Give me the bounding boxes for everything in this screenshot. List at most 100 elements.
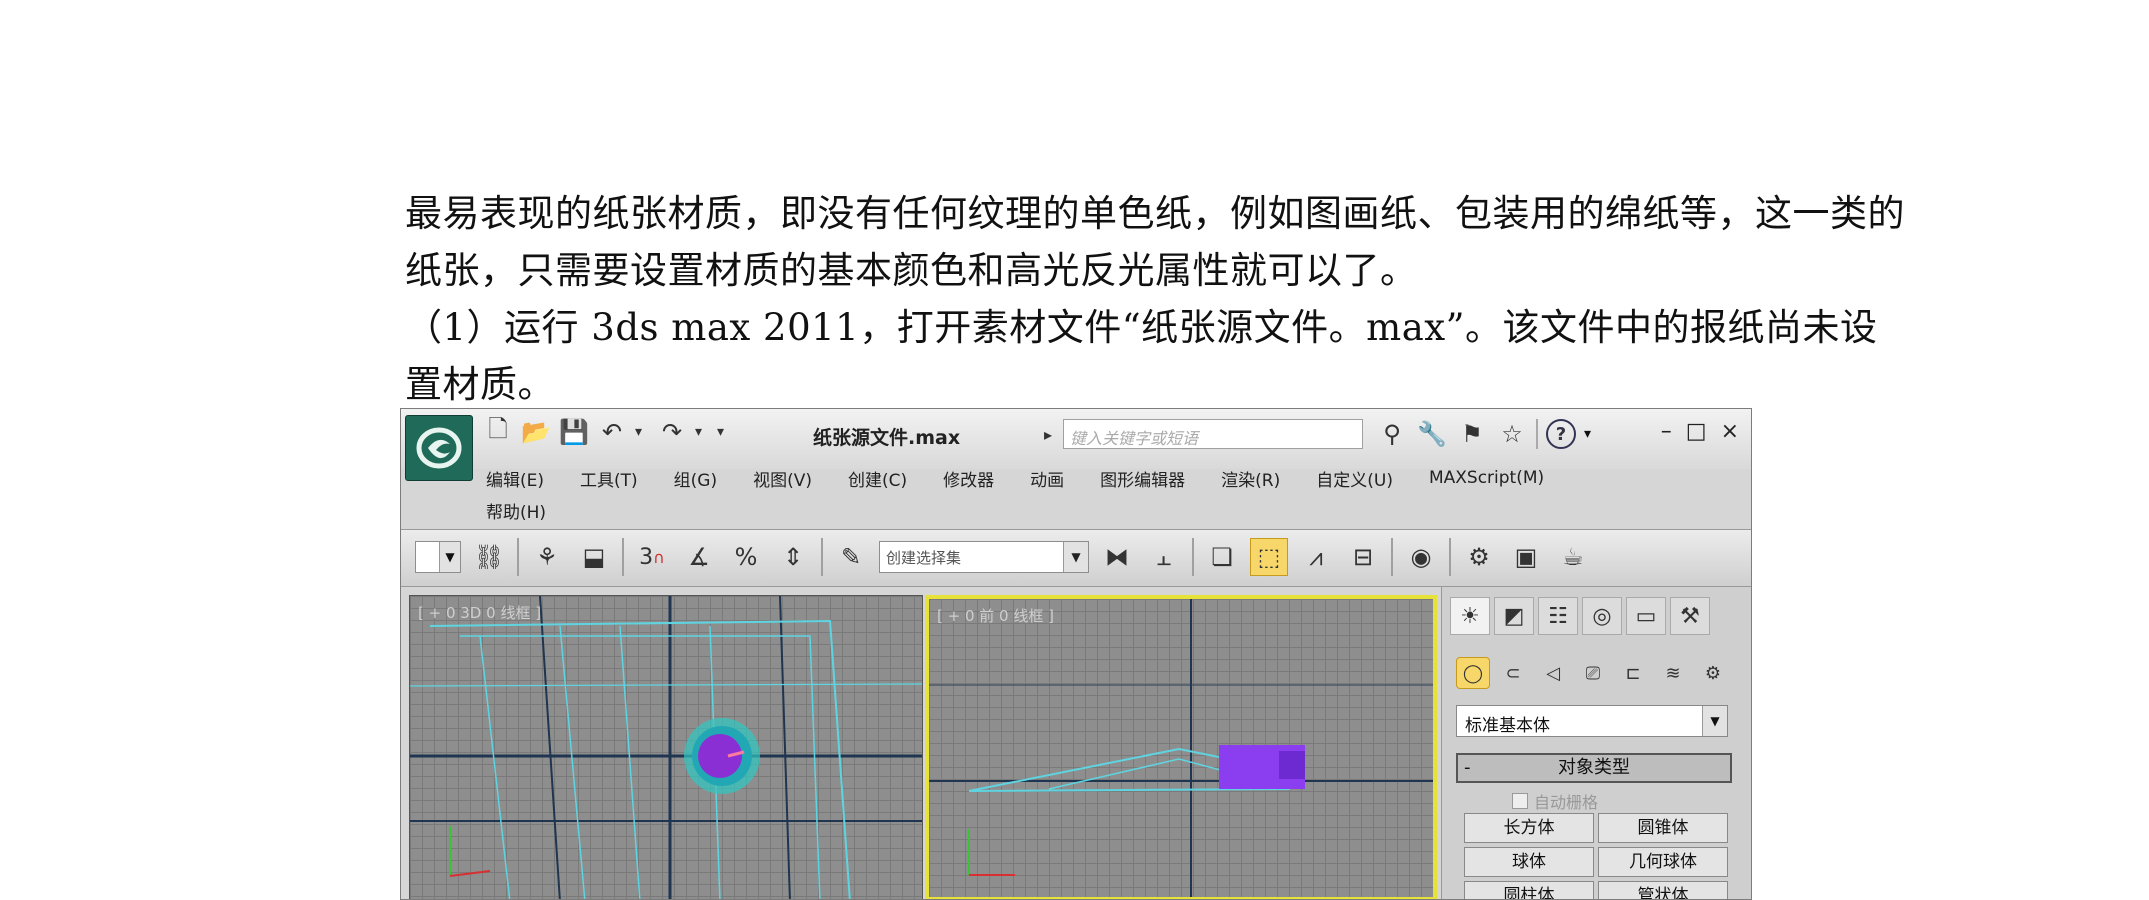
command-panel: ☀ ◩ ☷ ◎ ▭ ⚒ ◯ ⊂ ◁ ⎚ ⊏ ≋ ⚙ 标准基本体 ▼ - 对象类型… [1441, 587, 1751, 899]
paragraph-intro: 最易表现的纸张材质，即没有任何纹理的单色纸，例如图画纸、包装用的绵纸等，这一类的… [405, 192, 1905, 292]
menu-graph-editors[interactable]: 图形编辑器 [1100, 466, 1185, 491]
new-file-icon[interactable]: 🗋 [483, 415, 513, 447]
separator [1192, 538, 1194, 576]
minimize-icon[interactable]: – [1661, 419, 1672, 444]
title-bar: 🗋 📂 💾 ↶ ▾ ↷ ▾ ▾ 纸张源文件.max ▸ 键入关键字或短语 ⚲ 🔧… [401, 409, 1751, 481]
layer-manager-icon[interactable]: ❏ [1203, 538, 1241, 576]
hierarchy-icon[interactable]: ⚘ [528, 538, 566, 576]
save-file-icon[interactable]: 💾 [559, 417, 589, 447]
menu-bar: 编辑(E) 工具(T) 组(G) 视图(V) 创建(C) 修改器 动画 图形编辑… [486, 461, 1686, 525]
bind-space-warp-icon[interactable]: ⬓ [575, 538, 613, 576]
separator [821, 538, 823, 576]
checkbox-box [1512, 793, 1528, 809]
tube-button[interactable]: 管状体 [1598, 881, 1728, 899]
named-selection-placeholder: 创建选择集 [886, 549, 962, 567]
cylinder-button[interactable]: 圆柱体 [1464, 881, 1594, 899]
menu-modifiers[interactable]: 修改器 [943, 466, 994, 491]
help-icon[interactable]: ? [1546, 419, 1576, 449]
search-expand-icon[interactable]: ▸ [1044, 425, 1052, 444]
sphere-button[interactable]: 球体 [1464, 847, 1594, 877]
communication-icon[interactable]: ⚑ [1456, 419, 1488, 449]
collapse-icon: - [1464, 757, 1471, 778]
snap-toggle-icon[interactable]: 3 ∩ [633, 538, 671, 576]
help-dropdown-icon[interactable]: ▾ [1584, 426, 1591, 442]
menu-group[interactable]: 组(G) [674, 466, 717, 491]
separator [622, 538, 624, 576]
layer-dropdown[interactable]: ▼ [415, 541, 461, 573]
named-selection-set-dropdown[interactable]: 创建选择集 ▼ [879, 541, 1089, 573]
wrench-icon[interactable]: 🔧 [1416, 419, 1448, 449]
favorites-star-icon[interactable]: ☆ [1496, 419, 1528, 449]
utilities-tab-icon[interactable]: ⚒ [1670, 597, 1710, 635]
separator [517, 538, 519, 576]
menu-rendering[interactable]: 渲染(R) [1221, 466, 1280, 491]
3dsmax-screenshot: 🗋 📂 💾 ↶ ▾ ↷ ▾ ▾ 纸张源文件.max ▸ 键入关键字或短语 ⚲ 🔧… [400, 408, 1752, 900]
cameras-icon[interactable]: ⎚ [1576, 657, 1610, 689]
primitive-category-value: 标准基本体 [1465, 716, 1550, 736]
cone-button[interactable]: 圆锥体 [1598, 813, 1728, 843]
menu-create[interactable]: 创建(C) [848, 466, 907, 491]
menu-customize[interactable]: 自定义(U) [1316, 466, 1393, 491]
binoculars-icon[interactable]: ⚲ [1376, 419, 1408, 449]
schematic-view-icon[interactable]: ⊟ [1344, 538, 1382, 576]
align-icon[interactable]: ⫠ [1145, 538, 1183, 576]
graphite-ribbon-icon[interactable]: ⬚ [1250, 538, 1288, 576]
viewport-label-front[interactable]: [ + 0 前 0 线框 ] [937, 605, 1054, 626]
hierarchy-tab-icon[interactable]: ☷ [1538, 597, 1578, 635]
menu-tools[interactable]: 工具(T) [580, 466, 638, 491]
menu-animation[interactable]: 动画 [1030, 466, 1064, 491]
menu-help[interactable]: 帮助(H) [486, 498, 546, 523]
display-tab-icon[interactable]: ▭ [1626, 597, 1666, 635]
perspective-scene [410, 596, 922, 899]
modify-tab-icon[interactable]: ◩ [1494, 597, 1534, 635]
app-logo-button[interactable] [405, 415, 473, 481]
maximize-icon[interactable]: □ [1686, 419, 1707, 444]
rendered-frame-window-icon[interactable]: ▣ [1507, 538, 1545, 576]
primitive-category-dropdown[interactable]: 标准基本体 ▼ [1456, 705, 1728, 737]
customize-dropdown-icon[interactable]: ▾ [717, 424, 731, 440]
menu-edit[interactable]: 编辑(E) [486, 466, 544, 491]
box-button[interactable]: 长方体 [1464, 813, 1594, 843]
mirror-icon[interactable]: ⧓ [1098, 538, 1136, 576]
open-file-icon[interactable]: 📂 [521, 417, 551, 447]
redo-icon[interactable]: ↷ [657, 417, 687, 447]
paragraph-step-1: （1）运行 3ds max 2011，打开素材文件“纸张源文件。max”。该文件… [405, 306, 1878, 406]
geosphere-button[interactable]: 几何球体 [1598, 847, 1728, 877]
edit-named-selection-icon[interactable]: ✎ [832, 538, 870, 576]
curve-editor-icon[interactable]: ⩘ [1297, 538, 1335, 576]
percent-snap-icon[interactable]: % [727, 538, 765, 576]
helpers-icon[interactable]: ⊏ [1616, 657, 1650, 689]
geometry-icon[interactable]: ◯ [1456, 657, 1490, 689]
systems-icon[interactable]: ⚙ [1696, 657, 1730, 689]
space-warps-icon[interactable]: ≋ [1656, 657, 1690, 689]
undo-icon[interactable]: ↶ [597, 417, 627, 447]
shapes-icon[interactable]: ⊂ [1496, 657, 1530, 689]
autogrid-checkbox[interactable]: 自动栅格 [1512, 789, 1598, 813]
motion-tab-icon[interactable]: ◎ [1582, 597, 1622, 635]
spinner-snap-icon[interactable]: ⇕ [774, 538, 812, 576]
viewport-front[interactable]: [ + 0 前 0 线框 ] [925, 595, 1437, 899]
separator [1449, 538, 1451, 576]
close-icon[interactable]: × [1721, 419, 1739, 444]
undo-dropdown-icon[interactable]: ▾ [635, 424, 649, 440]
viewport-perspective[interactable]: [ + 0 3D 0 线框 ] [409, 595, 923, 899]
window-controls: – □ × [1661, 419, 1739, 444]
menu-views[interactable]: 视图(V) [753, 466, 812, 491]
angle-snap-icon[interactable]: ∡ [680, 538, 718, 576]
select-link-icon[interactable]: ⛓ [470, 538, 508, 576]
lights-icon[interactable]: ◁ [1536, 657, 1570, 689]
search-input[interactable]: 键入关键字或短语 [1063, 419, 1363, 449]
object-type-rollout[interactable]: - 对象类型 [1456, 753, 1732, 783]
rollout-title: 对象类型 [1558, 757, 1630, 778]
render-teapot-icon[interactable]: ☕ [1554, 538, 1592, 576]
create-tab-icon[interactable]: ☀ [1450, 597, 1490, 635]
render-setup-icon[interactable]: ⚙ [1460, 538, 1498, 576]
redo-dropdown-icon[interactable]: ▾ [695, 424, 709, 440]
quick-access-toolbar: 🗋 📂 💾 ↶ ▾ ↷ ▾ ▾ [483, 415, 731, 447]
viewport-label-perspective[interactable]: [ + 0 3D 0 线框 ] [418, 602, 541, 623]
front-scene [929, 599, 1433, 897]
menu-maxscript[interactable]: MAXScript(M) [1429, 468, 1544, 488]
window-title: 纸张源文件.max [813, 427, 961, 449]
material-editor-icon[interactable]: ◉ [1402, 538, 1440, 576]
separator [1391, 538, 1393, 576]
